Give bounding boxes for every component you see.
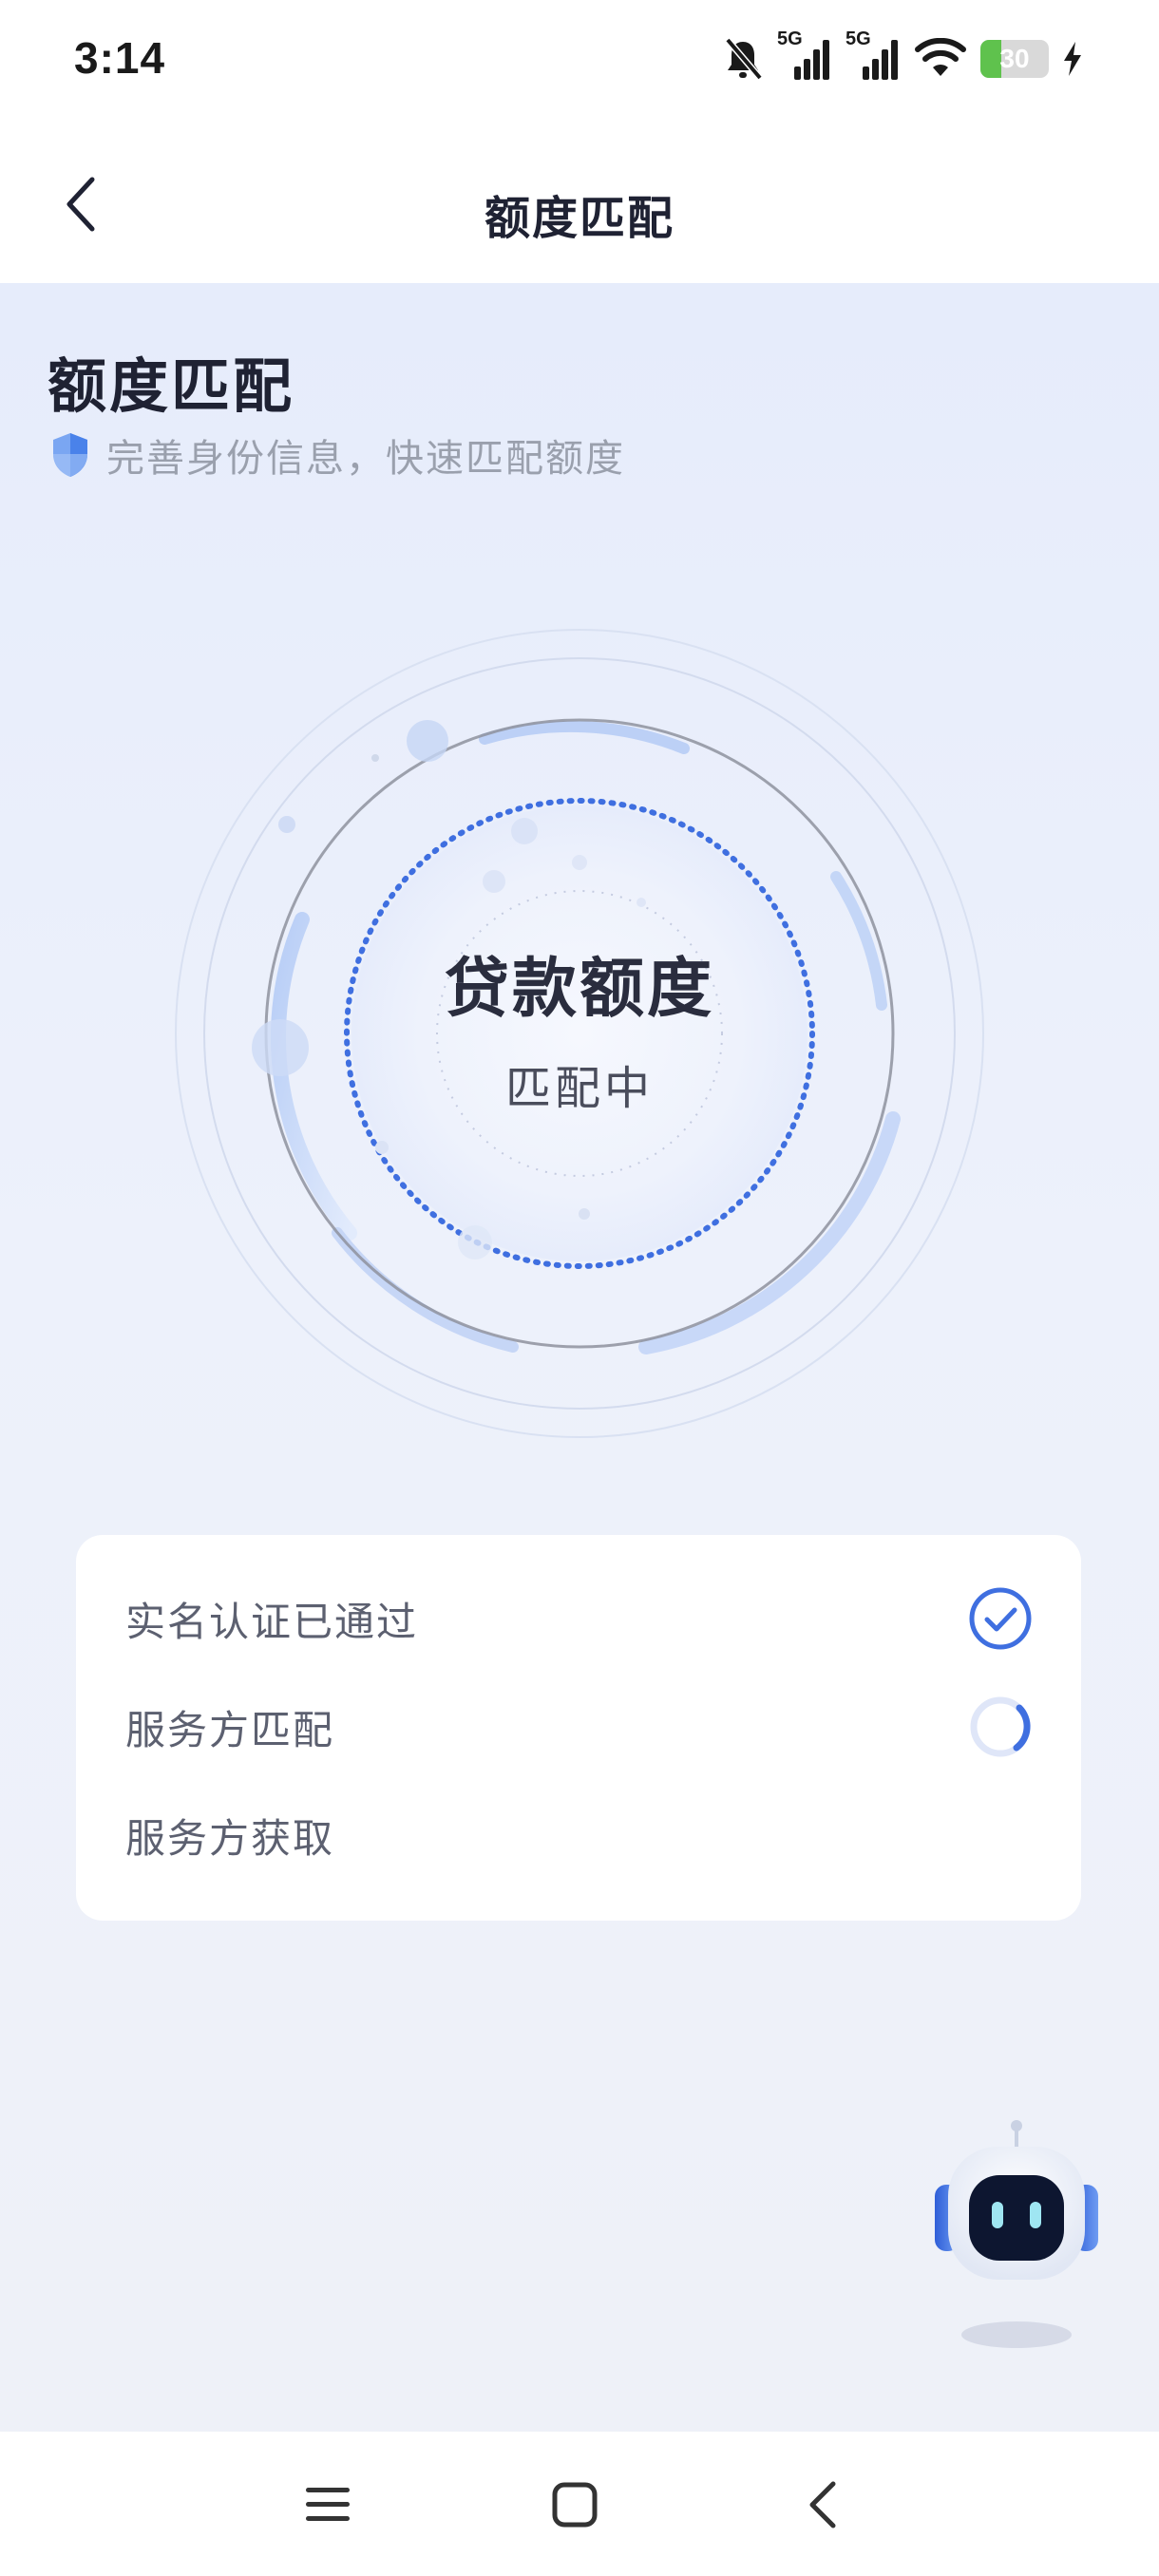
nav-menu-button[interactable] — [285, 2462, 370, 2548]
radar-status: 匹配中 — [504, 1061, 654, 1115]
battery-level: 30 — [999, 44, 1030, 73]
page-title: 额度匹配 — [48, 351, 295, 421]
bell-muted-icon — [725, 37, 763, 81]
wifi-icon — [915, 38, 966, 76]
step-row-matching: 服务方匹配 — [125, 1689, 1034, 1765]
header-title: 额度匹配 — [484, 192, 674, 245]
home-icon — [552, 2482, 598, 2528]
step-label: 实名认证已通过 — [125, 1598, 419, 1645]
app-header: 额度匹配 — [0, 123, 1159, 283]
step-label: 服务方获取 — [125, 1814, 335, 1862]
status-time: 3:14 — [74, 33, 166, 83]
menu-icon — [306, 2488, 350, 2521]
system-nav-bar — [0, 2432, 1159, 2576]
steps-card: 实名认证已通过 服务方匹配 服务方获取 — [76, 1535, 1081, 1921]
main-content: 额度匹配 完善身份信息，快速匹配额度 贷款额度 匹配中 实名认证已通过 服务方匹… — [0, 283, 1159, 2432]
back-icon — [809, 2481, 836, 2529]
signal-icon — [863, 40, 898, 80]
subtitle-text: 完善身份信息，快速匹配额度 — [106, 437, 625, 481]
spinner-icon — [970, 1696, 1031, 1757]
status-icons: 5G 5G 30 — [722, 28, 1083, 85]
signal-1: 5G — [777, 28, 832, 84]
signal-icon — [794, 40, 829, 80]
radar-center: 贷款额度 匹配中 — [152, 606, 1007, 1461]
battery-icon: 30 — [980, 40, 1049, 78]
radar-title: 贷款额度 — [444, 951, 714, 1027]
robot-assistant-icon[interactable] — [931, 2118, 1102, 2365]
signal-2: 5G — [846, 28, 901, 84]
nav-home-button[interactable] — [532, 2462, 618, 2548]
charging-icon — [1064, 42, 1081, 76]
shield-icon — [53, 433, 87, 477]
nav-back-button[interactable] — [779, 2462, 864, 2548]
step-row-obtain: 服务方获取 — [125, 1797, 1034, 1873]
check-circle-icon — [969, 1587, 1032, 1650]
status-bar: 3:14 5G 5G 30 — [0, 0, 1159, 123]
step-label: 服务方匹配 — [125, 1706, 335, 1753]
subtitle: 完善身份信息，快速匹配额度 — [49, 431, 625, 481]
step-row-identity: 实名认证已通过 — [125, 1581, 1034, 1657]
